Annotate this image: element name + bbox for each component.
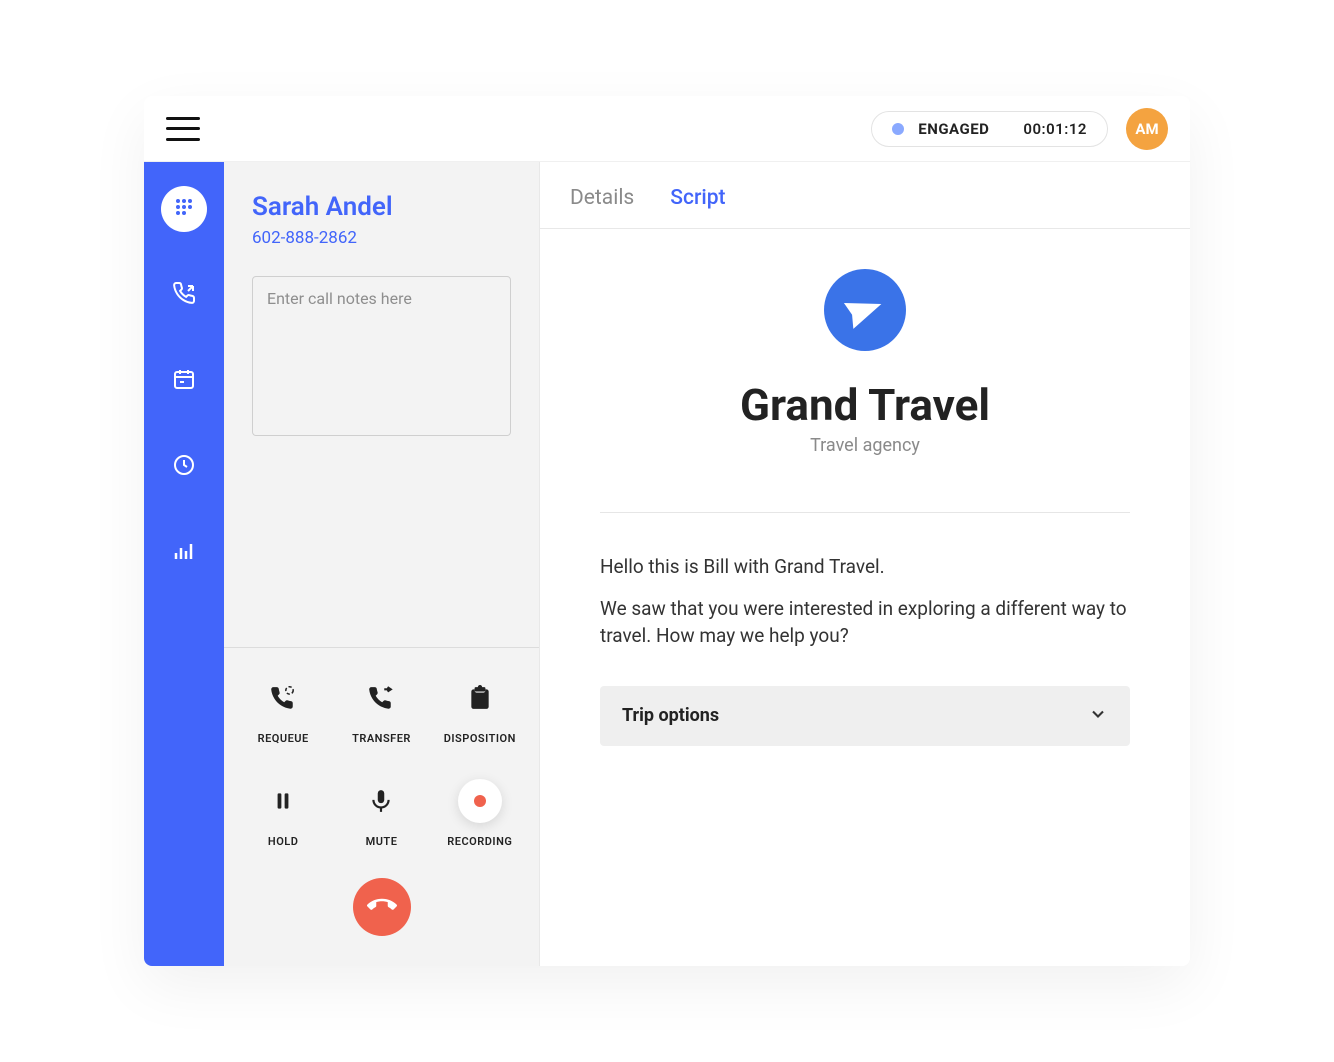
transfer-button[interactable]: TRANSFER (332, 676, 430, 745)
trip-options-dropdown[interactable]: Trip options (600, 686, 1130, 746)
script-line: We saw that you were interested in explo… (600, 595, 1130, 650)
sidebar (144, 162, 224, 966)
main-panel: Details Script Grand Travel Travel agenc… (540, 162, 1190, 966)
divider (600, 512, 1130, 513)
recording-icon (458, 779, 502, 823)
transfer-icon (359, 676, 403, 720)
bar-chart-icon (172, 539, 196, 567)
brand-title: Grand Travel (740, 379, 990, 431)
requeue-button[interactable]: REQUEUE (234, 676, 332, 745)
sidebar-item-call-log[interactable] (161, 272, 207, 318)
hangup-icon (367, 890, 397, 924)
disposition-label: DISPOSITION (444, 732, 516, 745)
script-text: Hello this is Bill with Grand Travel. We… (600, 553, 1130, 650)
recording-label: RECORDING (447, 835, 512, 848)
call-notes-input[interactable] (252, 276, 511, 436)
script-line: Hello this is Bill with Grand Travel. (600, 553, 1130, 581)
tab-details[interactable]: Details (570, 186, 634, 210)
clipboard-icon (458, 676, 502, 720)
menu-button[interactable] (166, 117, 200, 141)
sidebar-item-stats[interactable] (161, 530, 207, 576)
requeue-label: REQUEUE (258, 732, 309, 745)
calendar-icon (172, 367, 196, 395)
dropdown-label: Trip options (622, 705, 719, 726)
sidebar-item-calendar[interactable] (161, 358, 207, 404)
hangup-button[interactable] (353, 878, 411, 936)
avatar[interactable]: AM (1126, 108, 1168, 150)
phone-arrow-icon (172, 281, 196, 309)
status-pill[interactable]: ENGAGED 00:01:12 (871, 111, 1108, 147)
app-window: ENGAGED 00:01:12 AM (144, 96, 1190, 966)
plane-icon (824, 269, 906, 351)
tab-script[interactable]: Script (670, 186, 725, 210)
requeue-icon (261, 676, 305, 720)
mic-icon (359, 779, 403, 823)
caller-phone: 602-888-2862 (252, 228, 511, 248)
status-label: ENGAGED (918, 120, 989, 138)
brand-header: Grand Travel Travel agency (600, 269, 1130, 456)
status-dot-icon (892, 123, 904, 135)
dialpad-icon (172, 195, 196, 223)
sidebar-item-clock[interactable] (161, 444, 207, 490)
brand-subtitle: Travel agency (810, 435, 920, 456)
recording-button[interactable]: RECORDING (431, 779, 529, 848)
hold-label: HOLD (268, 835, 298, 848)
sidebar-item-dialpad[interactable] (161, 186, 207, 232)
call-panel: Sarah Andel 602-888-2862 REQUEUE (224, 162, 540, 966)
status-timer: 00:01:12 (1023, 120, 1087, 138)
transfer-label: TRANSFER (352, 732, 411, 745)
chevron-down-icon (1088, 704, 1108, 728)
tabs: Details Script (540, 162, 1190, 229)
mute-button[interactable]: MUTE (332, 779, 430, 848)
topbar: ENGAGED 00:01:12 AM (144, 96, 1190, 162)
caller-name: Sarah Andel (252, 192, 511, 222)
avatar-initials: AM (1135, 120, 1158, 138)
hold-button[interactable]: HOLD (234, 779, 332, 848)
topbar-right: ENGAGED 00:01:12 AM (871, 108, 1168, 150)
mute-label: MUTE (366, 835, 398, 848)
call-controls: REQUEUE TRANSFER DISPOSITION (224, 647, 539, 966)
clock-icon (172, 453, 196, 481)
pause-icon (261, 779, 305, 823)
disposition-button[interactable]: DISPOSITION (431, 676, 529, 745)
